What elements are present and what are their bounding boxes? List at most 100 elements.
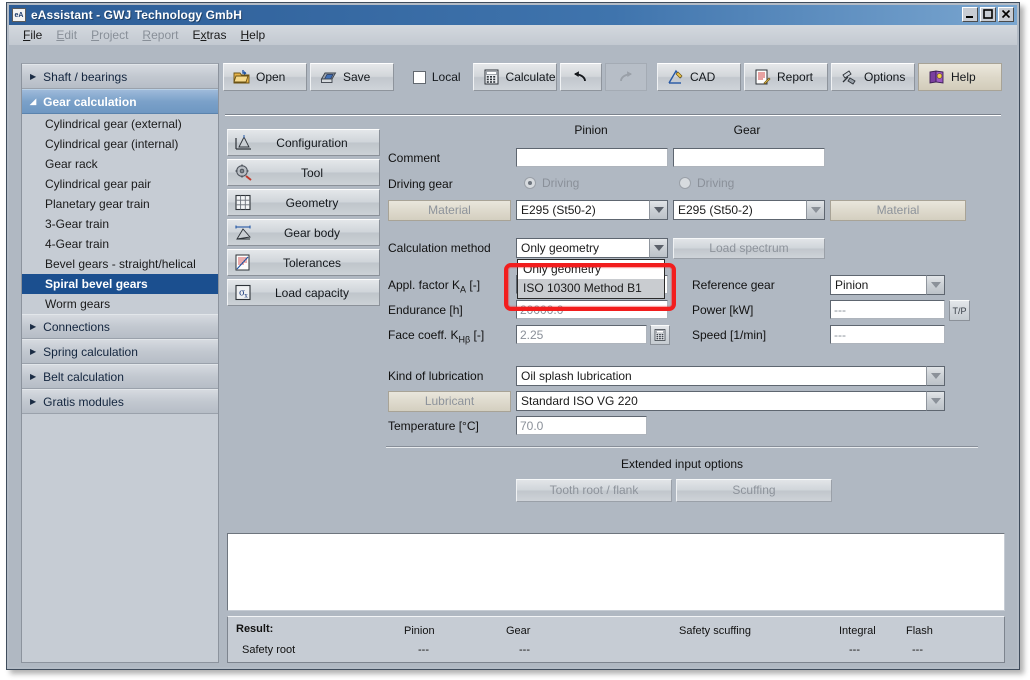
result-col-safety-scuffing: Safety scuffing: [679, 625, 751, 637]
driving-pinion-radio[interactable]: Driving: [524, 176, 579, 190]
face-coeff-input[interactable]: 2.25: [516, 325, 647, 344]
menu-item-extras[interactable]: Extras: [192, 28, 226, 42]
lubricant-combo[interactable]: Standard ISO VG 220: [516, 391, 945, 411]
lubricant-value: Standard ISO VG 220: [516, 391, 926, 411]
power-label: Power [kW]: [692, 303, 753, 317]
options-button[interactable]: Options: [831, 63, 915, 91]
sidebar-group-belt-calculation[interactable]: ▶ Belt calculation: [22, 364, 218, 389]
reference-gear-label: Reference gear: [692, 278, 775, 292]
comment-pinion-input[interactable]: [516, 148, 668, 167]
result-row-gear: ---: [519, 644, 530, 656]
help-button[interactable]: Help: [918, 63, 1002, 91]
radio-icon[interactable]: [679, 177, 691, 189]
menu-item-file[interactable]: File: [23, 28, 42, 42]
menu-item-report[interactable]: Report: [142, 28, 178, 42]
gear-body-button[interactable]: Gear body: [227, 219, 380, 246]
calculation-method-combo[interactable]: Only geometry: [516, 238, 668, 258]
chevron-down-icon[interactable]: [926, 366, 945, 386]
material-gear-button[interactable]: Material: [830, 200, 966, 221]
reference-gear-combo[interactable]: Pinion: [830, 275, 945, 295]
endurance-input[interactable]: 20000.0: [516, 300, 668, 319]
material-pinion-combo[interactable]: E295 (St50-2): [516, 200, 668, 220]
calculation-method-dropdown-list[interactable]: Only geometry ISO 10300 Method B1: [517, 259, 665, 299]
redo-arrow-icon: [617, 69, 634, 85]
minimize-icon[interactable]: [962, 7, 978, 22]
local-checkbox[interactable]: Local: [404, 63, 470, 91]
radio-icon[interactable]: [524, 177, 536, 189]
chevron-down-icon[interactable]: [649, 238, 668, 258]
tolerances-button[interactable]: Tolerances: [227, 249, 380, 276]
chevron-down-icon[interactable]: [806, 200, 825, 220]
undo-button[interactable]: [560, 63, 602, 91]
close-icon[interactable]: [998, 7, 1014, 22]
sidebar-group-gratis-modules[interactable]: ▶ Gratis modules: [22, 389, 218, 414]
report-button[interactable]: Report: [744, 63, 828, 91]
open-button[interactable]: Open: [223, 63, 307, 91]
configuration-button[interactable]: Configuration: [227, 129, 380, 156]
sidebar-group-connections[interactable]: ▶ Connections: [22, 314, 218, 339]
sidebar-item-cylindrical-gear-internal[interactable]: Cylindrical gear (internal): [22, 134, 218, 154]
chevron-down-icon[interactable]: [649, 200, 668, 220]
checkbox-icon[interactable]: [413, 71, 426, 84]
driving-gear-radio[interactable]: Driving: [679, 176, 734, 190]
menu-item-edit[interactable]: Edit: [56, 28, 77, 42]
sidebar-item-gear-rack[interactable]: Gear rack: [22, 154, 218, 174]
scuffing-button[interactable]: Scuffing: [676, 479, 832, 502]
power-torque-toggle-button[interactable]: T/P: [949, 300, 970, 321]
sidebar-item-cylindrical-gear-pair[interactable]: Cylindrical gear pair: [22, 174, 218, 194]
maximize-icon[interactable]: [980, 7, 996, 22]
redo-button[interactable]: [605, 63, 647, 91]
chevron-down-icon[interactable]: [926, 391, 945, 411]
configuration-button-label: Configuration: [257, 136, 379, 150]
lubricant-button[interactable]: Lubricant: [388, 391, 511, 412]
sidebar-item-label: Cylindrical gear pair: [45, 177, 151, 191]
dropdown-option-only-geometry[interactable]: Only geometry: [518, 260, 664, 279]
message-panel-text: [228, 534, 1004, 542]
tooth-root-flank-button[interactable]: Tooth root / flank: [516, 479, 672, 502]
sidebar-item-planetary-gear-train[interactable]: Planetary gear train: [22, 194, 218, 214]
sidebar-group-shaft-bearings[interactable]: ▶ Shaft / bearings: [22, 64, 218, 89]
sidebar-item-4-gear-train[interactable]: 4-Gear train: [22, 234, 218, 254]
sidebar-group-label: Spring calculation: [43, 345, 138, 359]
power-input[interactable]: ---: [830, 300, 945, 319]
sidebar-item-label: Spiral bevel gears: [45, 277, 148, 291]
endurance-label: Endurance [h]: [388, 303, 463, 317]
sidebar-group-spring-calculation[interactable]: ▶ Spring calculation: [22, 339, 218, 364]
title-bar: eA eAssistant - GWJ Technology GmbH: [9, 5, 1017, 25]
sidebar-group-gear-calculation[interactable]: ◢ Gear calculation: [22, 89, 218, 114]
save-button[interactable]: Save: [310, 63, 394, 91]
speed-input[interactable]: ---: [830, 325, 945, 344]
sidebar-group-label: Connections: [43, 320, 110, 334]
comment-gear-input[interactable]: [673, 148, 825, 167]
load-capacity-button[interactable]: σ x Load capacity: [227, 279, 380, 306]
geometry-button[interactable]: Geometry: [227, 189, 380, 216]
temperature-input[interactable]: 70.0: [516, 416, 647, 435]
menu-item-help[interactable]: Help: [240, 28, 265, 42]
calculation-method-value: Only geometry: [516, 238, 649, 258]
lubrication-combo[interactable]: Oil splash lubrication: [516, 366, 945, 386]
sidebar-item-3-gear-train[interactable]: 3-Gear train: [22, 214, 218, 234]
material-pinion-button[interactable]: Material: [388, 200, 511, 221]
result-panel: Result: Pinion Gear Safety scuffing Inte…: [227, 616, 1005, 663]
sidebar-item-worm-gears[interactable]: Worm gears: [22, 294, 218, 314]
undo-arrow-icon: [572, 69, 589, 85]
window-controls: [962, 7, 1014, 22]
result-col-integral: Integral: [839, 625, 876, 637]
chevron-down-icon[interactable]: [926, 275, 945, 295]
calculator-icon: [483, 69, 500, 85]
sidebar-item-bevel-gears-straight-helical[interactable]: Bevel gears - straight/helical: [22, 254, 218, 274]
toolbar-separator: [397, 63, 404, 95]
sidebar-item-cylindrical-gear-external[interactable]: Cylindrical gear (external): [22, 114, 218, 134]
calculate-button[interactable]: Calculate: [473, 63, 557, 91]
lubrication-label: Kind of lubrication: [388, 369, 483, 383]
material-pinion-value: E295 (St50-2): [516, 200, 649, 220]
material-gear-combo[interactable]: E295 (St50-2): [673, 200, 825, 220]
load-spectrum-button[interactable]: Load spectrum: [673, 238, 825, 259]
sidebar-item-spiral-bevel-gears[interactable]: Spiral bevel gears: [22, 274, 218, 294]
tool-button[interactable]: Tool: [227, 159, 380, 186]
face-coeff-calculator-button[interactable]: [650, 325, 670, 345]
dropdown-option-iso-10300-method-b1[interactable]: ISO 10300 Method B1: [518, 279, 664, 298]
menu-item-project[interactable]: Project: [91, 28, 128, 42]
form-divider: [386, 446, 978, 448]
cad-button[interactable]: CAD: [657, 63, 741, 91]
